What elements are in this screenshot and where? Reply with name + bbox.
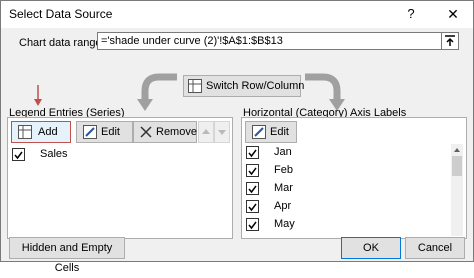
- scroll-thumb[interactable]: [452, 156, 462, 176]
- checkbox-checked-icon[interactable]: [246, 182, 259, 195]
- hidden-empty-cells-button[interactable]: Hidden and Empty Cells: [9, 237, 125, 274]
- checkbox-checked-icon[interactable]: [12, 148, 25, 161]
- switch-row-column-label: Switch Row/Column: [206, 80, 305, 92]
- move-down-button[interactable]: [214, 121, 230, 143]
- axis-label-item: Apr: [274, 200, 292, 212]
- series-name: Sales: [40, 148, 68, 160]
- curved-arrows-decoration: [137, 73, 345, 111]
- edit-series-label: Edit: [101, 126, 120, 138]
- axis-label-item: May: [274, 218, 295, 230]
- axis-labels-scrollbar[interactable]: [451, 144, 463, 236]
- add-series-icon: [18, 125, 32, 139]
- scroll-up-icon[interactable]: [451, 144, 463, 156]
- add-series-button[interactable]: Add: [11, 121, 71, 143]
- remove-series-button[interactable]: Remove: [133, 121, 197, 143]
- axis-label-item: Mar: [274, 182, 293, 194]
- checkbox-checked-icon[interactable]: [246, 146, 259, 159]
- checkbox-checked-icon[interactable]: [246, 164, 259, 177]
- switch-table-icon: [188, 79, 202, 93]
- edit-series-icon: [83, 125, 97, 139]
- select-data-source-dialog: Select Data Source ? ✕ Chart data range:…: [0, 0, 474, 274]
- axis-labels-panel: Edit Jan Feb Mar Apr May: [241, 117, 467, 239]
- move-up-icon: [202, 129, 210, 134]
- axis-label-item: Jan: [274, 146, 292, 158]
- switch-row-column-button[interactable]: Switch Row/Column: [183, 75, 305, 97]
- cancel-button[interactable]: Cancel: [405, 237, 465, 259]
- checkbox-checked-icon[interactable]: [246, 200, 259, 213]
- ok-button[interactable]: OK: [341, 237, 401, 259]
- move-down-icon: [218, 130, 226, 135]
- add-series-label: Add: [38, 126, 58, 138]
- edit-series-button[interactable]: Edit: [76, 121, 133, 143]
- red-arrow-annotation: [34, 85, 42, 106]
- edit-axis-labels-label: Edit: [270, 126, 289, 138]
- move-up-button[interactable]: [198, 121, 214, 143]
- remove-series-label: Remove: [156, 126, 197, 138]
- checkbox-checked-icon[interactable]: [246, 218, 259, 231]
- edit-axis-labels-button[interactable]: Edit: [245, 121, 297, 143]
- axis-label-item: Feb: [274, 164, 293, 176]
- edit-axis-icon: [252, 125, 266, 139]
- legend-entries-panel: Add Edit Remove Sales: [7, 117, 233, 239]
- remove-x-icon: [140, 126, 152, 138]
